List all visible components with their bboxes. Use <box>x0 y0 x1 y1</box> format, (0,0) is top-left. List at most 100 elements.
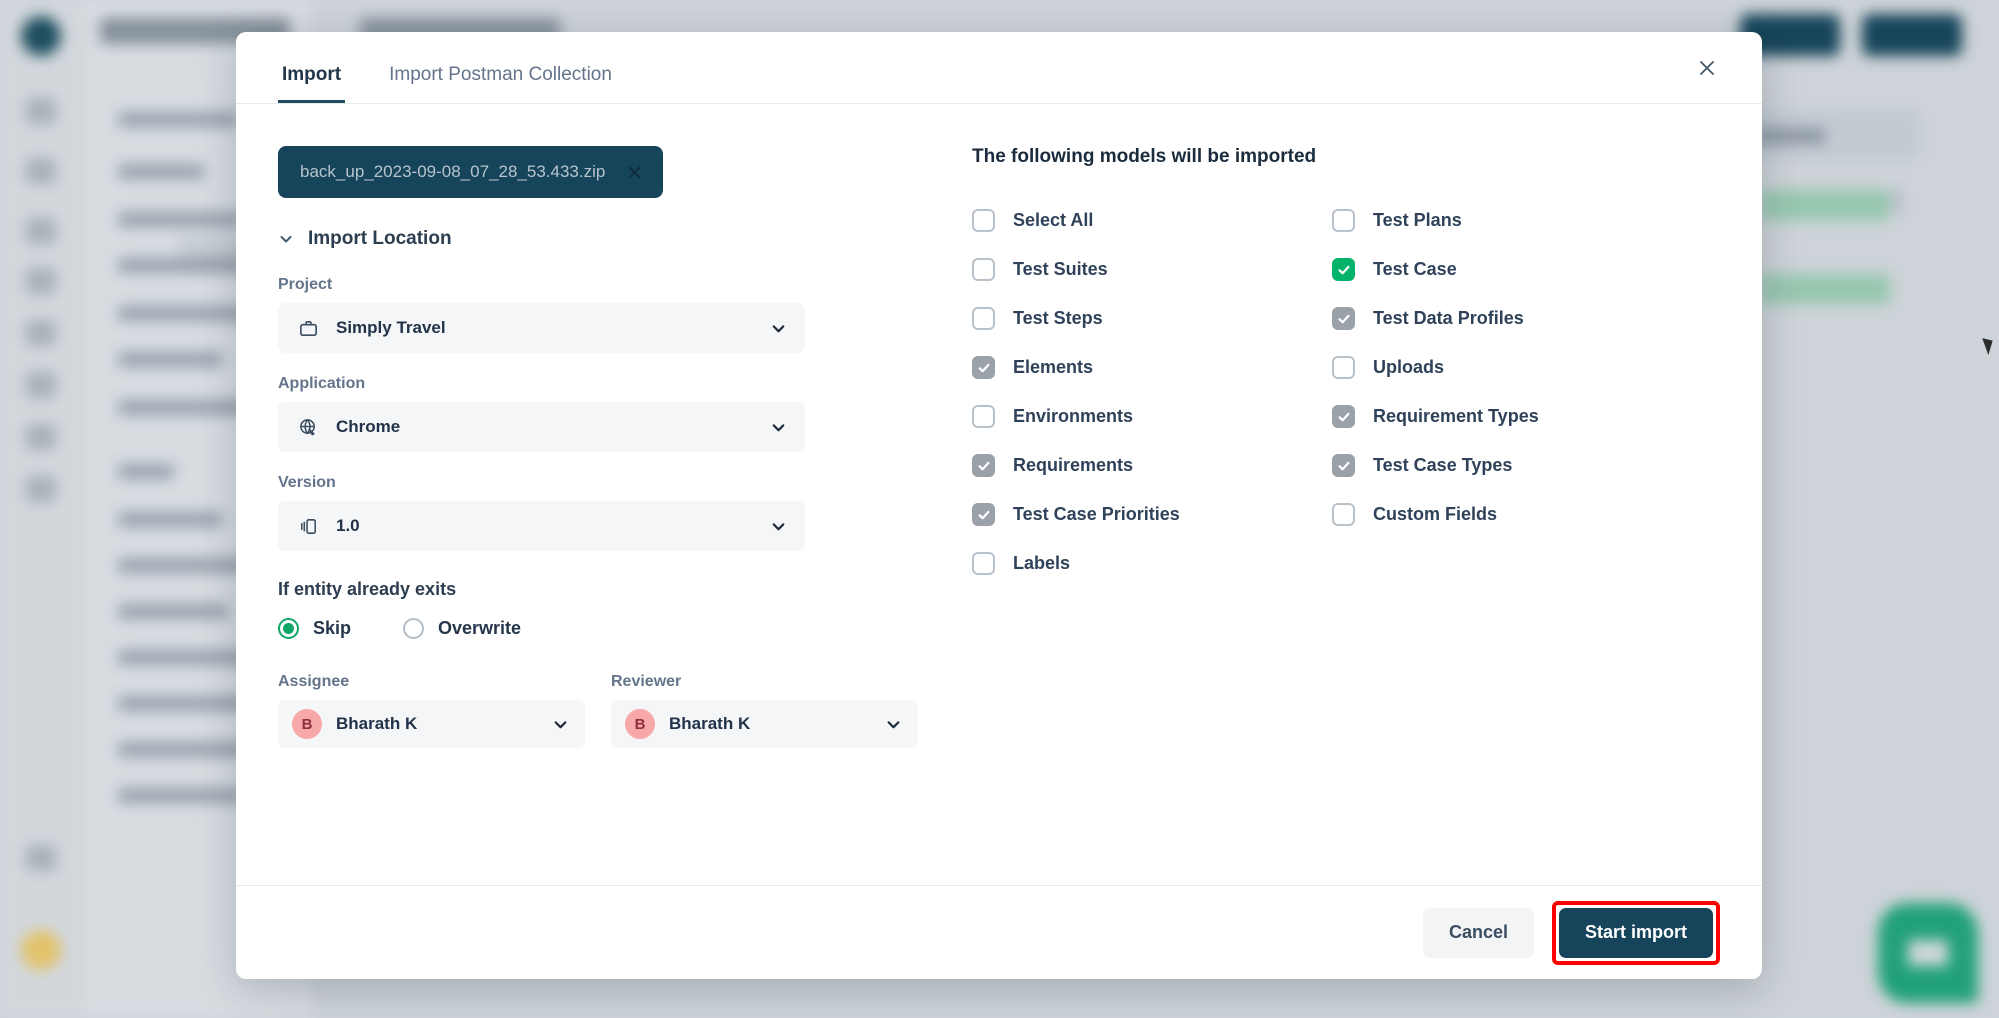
checkbox-label-test-data-profiles: Test Data Profiles <box>1373 308 1524 328</box>
checkbox-labels[interactable] <box>972 552 995 575</box>
checkbox-requirement-types[interactable] <box>1332 405 1355 428</box>
radio-skip-label: Skip <box>313 618 352 638</box>
uploaded-file-chip: back_up_2023-09-08_07_28_53.433.zip <box>278 146 664 198</box>
uploaded-file-name: back_up_2023-09-08_07_28_53.433.zip <box>300 162 606 181</box>
project-select[interactable]: Simply Travel <box>278 303 805 353</box>
cancel-button[interactable]: Cancel <box>1422 907 1534 958</box>
checkbox-row-test-steps[interactable]: Test Steps <box>972 294 1332 343</box>
field-label-project: Project <box>278 276 333 293</box>
modal-tab-bar: Import Import Postman Collection <box>236 32 1762 104</box>
checkbox-label-test-case-priorities: Test Case Priorities <box>1013 504 1180 524</box>
reviewer-value: Bharath K <box>669 714 751 733</box>
checkbox-row-test-case[interactable]: Test Case <box>1332 245 1692 294</box>
checkbox-test-steps[interactable] <box>972 307 995 330</box>
models-pane: The following models will be imported Se… <box>918 146 1720 885</box>
modal-footer: Cancel Start import <box>236 885 1762 979</box>
import-settings-pane: back_up_2023-09-08_07_28_53.433.zip Impo… <box>278 146 918 885</box>
field-reviewer: Reviewer B Bharath K <box>611 673 918 748</box>
globe-pointer-icon <box>298 417 322 438</box>
reviewer-select[interactable]: B Bharath K <box>611 700 918 748</box>
checkbox-label-environments: Environments <box>1013 406 1134 426</box>
checkbox-requirements[interactable] <box>972 454 995 477</box>
checkbox-test-case-types[interactable] <box>1332 454 1355 477</box>
checkbox-environments[interactable] <box>972 405 995 428</box>
tab-import[interactable]: Import <box>278 64 346 103</box>
field-application: Application Chrome <box>278 375 918 452</box>
remove-file-icon[interactable] <box>623 161 645 183</box>
checkbox-label-custom-fields: Custom Fields <box>1373 504 1498 524</box>
assignee-select[interactable]: B Bharath K <box>278 700 585 748</box>
checkbox-row-elements[interactable]: Elements <box>972 343 1332 392</box>
checkbox-test-case-priorities[interactable] <box>972 503 995 526</box>
checkbox-row-test-case-types[interactable]: Test Case Types <box>1332 441 1692 490</box>
chevron-down-icon <box>552 716 569 733</box>
field-label-assignee: Assignee <box>278 673 350 690</box>
checkbox-test-plans[interactable] <box>1332 209 1355 232</box>
start-import-highlight: Start import <box>1551 900 1720 965</box>
chevron-down-icon <box>770 419 787 436</box>
field-project: Project Simply Travel <box>278 276 918 353</box>
checkbox-label-test-suites: Test Suites <box>1013 259 1108 279</box>
import-location-label: Import Location <box>308 228 452 249</box>
entity-exists-radio-group: Skip Overwrite <box>278 618 918 639</box>
checkbox-label-select-all: Select All <box>1013 210 1094 230</box>
checkbox-uploads[interactable] <box>1332 356 1355 379</box>
checkbox-label-elements: Elements <box>1013 357 1094 377</box>
checkbox-label-test-plans: Test Plans <box>1373 210 1462 230</box>
checkbox-test-data-profiles[interactable] <box>1332 307 1355 330</box>
checkbox-label-uploads: Uploads <box>1373 357 1445 377</box>
checkbox-row-uploads[interactable]: Uploads <box>1332 343 1692 392</box>
chevron-down-icon <box>770 320 787 337</box>
radio-skip-indicator <box>278 618 299 639</box>
modal-body: back_up_2023-09-08_07_28_53.433.zip Impo… <box>236 104 1762 885</box>
project-value: Simply Travel <box>336 318 446 337</box>
versions-icon <box>298 516 322 537</box>
briefcase-icon <box>298 318 322 339</box>
field-label-application: Application <box>278 375 366 392</box>
radio-overwrite-indicator <box>403 618 425 639</box>
version-select[interactable]: 1.0 <box>278 501 805 551</box>
checkbox-select-all[interactable] <box>972 209 995 232</box>
checkbox-custom-fields[interactable] <box>1332 503 1355 526</box>
checkbox-elements[interactable] <box>972 356 995 379</box>
close-icon[interactable] <box>1690 51 1724 85</box>
version-value: 1.0 <box>336 516 360 535</box>
assignee-value: Bharath K <box>336 714 418 733</box>
checkbox-label-test-steps: Test Steps <box>1013 308 1103 328</box>
radio-skip[interactable]: Skip <box>278 618 351 639</box>
field-label-reviewer: Reviewer <box>611 673 682 690</box>
checkbox-label-test-case: Test Case <box>1373 259 1457 279</box>
checkbox-label-requirement-types: Requirement Types <box>1373 406 1539 426</box>
checkbox-test-case[interactable] <box>1332 258 1355 281</box>
start-import-button[interactable]: Start import <box>1558 907 1713 958</box>
avatar: B <box>292 709 322 739</box>
checkbox-label-test-case-types: Test Case Types <box>1373 455 1513 475</box>
radio-overwrite-label: Overwrite <box>438 618 522 638</box>
models-checkbox-grid: Select All Test Plans Test Suites Test Case… <box>972 196 1720 588</box>
checkbox-row-labels[interactable]: Labels <box>972 539 1332 588</box>
checkbox-row-select-all[interactable]: Select All <box>972 196 1332 245</box>
checkbox-row-test-data-profiles[interactable]: Test Data Profiles <box>1332 294 1692 343</box>
chevron-down-icon <box>885 716 902 733</box>
checkbox-test-suites[interactable] <box>972 258 995 281</box>
avatar: B <box>625 709 655 739</box>
entity-exists-label: If entity already exits <box>278 579 457 599</box>
field-version: Version 1.0 <box>278 474 918 551</box>
tab-import-postman-collection[interactable]: Import Postman Collection <box>385 64 616 103</box>
checkbox-label-requirements: Requirements <box>1013 455 1134 475</box>
checkbox-row-custom-fields[interactable]: Custom Fields <box>1332 490 1692 539</box>
chevron-down-icon <box>278 231 294 247</box>
checkbox-row-test-plans[interactable]: Test Plans <box>1332 196 1692 245</box>
people-row: Assignee B Bharath K Reviewer B Bharath … <box>278 673 918 748</box>
checkbox-row-test-suites[interactable]: Test Suites <box>972 245 1332 294</box>
radio-overwrite[interactable]: Overwrite <box>403 618 521 639</box>
checkbox-row-requirements[interactable]: Requirements <box>972 441 1332 490</box>
application-select[interactable]: Chrome <box>278 402 805 452</box>
modal-overlay: Import Import Postman Collection back_up… <box>0 0 1999 1018</box>
checkbox-row-requirement-types[interactable]: Requirement Types <box>1332 392 1692 441</box>
checkbox-row-environments[interactable]: Environments <box>972 392 1332 441</box>
checkbox-row-test-case-priorities[interactable]: Test Case Priorities <box>972 490 1332 539</box>
import-location-toggle[interactable]: Import Location <box>278 228 918 250</box>
models-title: The following models will be imported <box>972 146 1317 167</box>
checkbox-label-labels: Labels <box>1013 553 1071 573</box>
